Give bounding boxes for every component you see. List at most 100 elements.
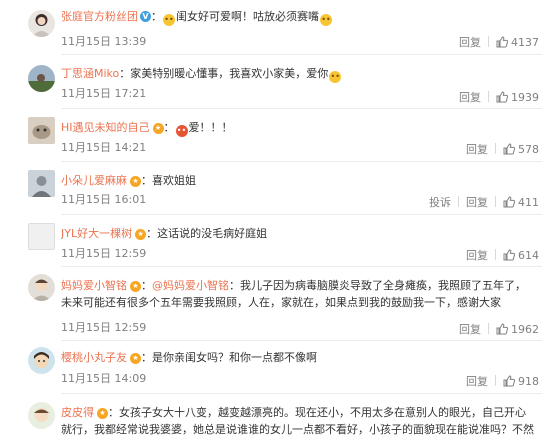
comment-time: 11月15日 14:09	[61, 372, 147, 385]
comment-text-continued: 就行，我都经常说我婆婆，她总是说谁谁的女儿一点都不看好，小孩子的面貌现在能说准吗…	[61, 423, 534, 436]
divider	[61, 214, 542, 215]
like-button[interactable]: 918	[503, 375, 539, 388]
avatar[interactable]	[28, 223, 55, 250]
thumbs-up-icon	[503, 196, 515, 208]
comment-text: 喜欢姐姐	[152, 174, 196, 187]
emoji-icon: ••	[320, 14, 332, 26]
divider	[488, 323, 489, 334]
member-level-icon: ★	[130, 176, 141, 187]
divider	[61, 161, 542, 162]
comment-body: HI遇见未知的自己 ★： •• 爱！！！	[61, 121, 233, 137]
emoji-icon: ••	[329, 71, 342, 83]
comment-text: 女孩子女大十八变，越变越漂亮的。现在还小，不用太多在意别人的眼光，自己开心	[119, 406, 526, 419]
comment-actions: 回复 4137	[459, 36, 539, 49]
reply-button[interactable]: 回复	[466, 249, 488, 262]
like-button[interactable]: 614	[503, 249, 539, 262]
emoji-icon: ••	[175, 125, 188, 137]
member-level-icon: ★	[135, 229, 147, 240]
comment-actions: 投诉 回复 411	[429, 196, 539, 209]
like-count: 918	[518, 375, 539, 388]
comment-username[interactable]: HI遇见未知的自己	[61, 121, 150, 134]
divider	[61, 108, 542, 109]
comment-text: 家美特别暖心懂事，我喜欢小家美，爱你	[130, 67, 329, 80]
like-count: 411	[518, 196, 539, 209]
member-level-icon: ★	[130, 353, 141, 364]
reply-button[interactable]: 回复	[466, 375, 488, 388]
thumbs-up-icon	[496, 36, 508, 48]
reply-button[interactable]: 回复	[459, 323, 481, 336]
comment-body: JYL好大一棵树 ★ ：这话说的没毛病好庭姐	[61, 227, 268, 240]
comment-time: 11月15日 17:21	[61, 87, 147, 100]
verified-icon: V	[140, 11, 151, 22]
comment-text: 爱！！！	[188, 121, 233, 134]
comment-time: 11月15日 16:01	[61, 193, 147, 206]
divider	[458, 196, 459, 207]
comment-text: 这话说的没毛病好庭姐	[157, 227, 268, 240]
like-button[interactable]: 578	[503, 143, 539, 156]
divider	[488, 36, 489, 47]
like-count: 614	[518, 249, 539, 262]
like-count: 1939	[511, 91, 539, 104]
divider	[488, 91, 489, 102]
comment-username[interactable]: JYL好大一棵树	[61, 227, 132, 240]
avatar[interactable]	[28, 274, 55, 301]
comment-text: 我儿子因为病毒脑膜炎导致了全身瘫痪，我照顾了五年了，	[240, 279, 526, 292]
avatar[interactable]	[28, 117, 55, 144]
comment-body: 张庭官方粉丝团 V： •• 闺女好可爱啊！咕放必须赛嘴 ••	[61, 10, 332, 26]
thumbs-up-icon	[503, 375, 515, 387]
reply-button[interactable]: 回复	[466, 143, 488, 156]
like-button[interactable]: 4137	[496, 36, 539, 49]
avatar[interactable]	[28, 347, 55, 374]
comment-body: 皮皮得 ★ ：女孩子女大十八变，越变越漂亮的。现在还小，不用太多在意别人的眼光，自己…	[61, 406, 526, 419]
divider	[61, 54, 542, 55]
like-button[interactable]: 1962	[496, 323, 539, 336]
comment-time: 11月15日 12:59	[61, 321, 147, 334]
comment-username[interactable]: 皮皮得	[61, 406, 94, 419]
comment-username[interactable]: 妈妈爱小智铭	[61, 279, 127, 292]
comment-username[interactable]: 丁思涵Miko	[61, 67, 119, 80]
comment-actions: 回复 918	[466, 375, 539, 388]
comment-username[interactable]: 张庭官方粉丝团	[61, 10, 138, 23]
emoji-icon: ••	[163, 14, 175, 26]
divider	[61, 393, 542, 394]
avatar[interactable]	[28, 402, 55, 429]
divider	[61, 266, 542, 267]
member-level-icon: ★	[97, 408, 108, 419]
avatar[interactable]	[28, 10, 55, 37]
comment-body: 小朵儿爱麻麻 ★ ：喜欢姐姐	[61, 174, 196, 187]
comment-text-continued: 未来可能还有很多个五年需要我照顾，人在，家就在，如果点到我的鼓励我一下，感谢大家	[61, 296, 501, 309]
like-count: 1962	[511, 323, 539, 336]
like-button[interactable]: 1939	[496, 91, 539, 104]
divider	[495, 375, 496, 386]
report-button[interactable]: 投诉	[429, 196, 451, 209]
divider	[61, 340, 542, 341]
comment-username[interactable]: 小朵儿爱麻麻	[61, 174, 127, 187]
reply-button[interactable]: 回复	[459, 91, 481, 104]
comment-body: 妈妈爱小智铭 ★ ：@妈妈爱小智铭：我儿子因为病毒脑膜炎导致了全身瘫痪，我照顾了五年…	[61, 279, 526, 292]
thumbs-up-icon	[496, 323, 508, 335]
comment-text: 闺女好可爱啊！咕放必须赛嘴	[176, 10, 319, 23]
avatar[interactable]	[28, 65, 55, 92]
reply-button[interactable]: 回复	[459, 36, 481, 49]
divider	[495, 196, 496, 207]
comment-actions: 回复 614	[466, 249, 539, 262]
like-count: 4137	[511, 36, 539, 49]
comment-actions: 回复 578	[466, 143, 539, 156]
comment-time: 11月15日 12:59	[61, 247, 147, 260]
divider	[495, 143, 496, 154]
comment-username[interactable]: 樱桃小丸子友	[61, 351, 127, 364]
like-button[interactable]: 411	[503, 196, 539, 209]
avatar[interactable]	[28, 170, 55, 197]
member-level-icon: ★	[152, 123, 164, 134]
member-level-icon: ★	[130, 281, 141, 292]
reply-button[interactable]: 回复	[466, 196, 488, 209]
comment-body: 丁思涵Miko：家美特别暖心懂事，我喜欢小家美，爱你 ••	[61, 67, 342, 83]
comment-actions: 回复 1939	[459, 91, 539, 104]
mention-link[interactable]: @妈妈爱小智铭	[152, 279, 229, 292]
comment-time: 11月15日 13:39	[61, 35, 147, 48]
comment-body: 樱桃小丸子友 ★ ：是你亲闺女吗？和你一点都不像啊	[61, 351, 317, 364]
comment-actions: 回复 1962	[459, 323, 539, 336]
thumbs-up-icon	[503, 249, 515, 261]
comment-time: 11月15日 14:21	[61, 141, 147, 154]
thumbs-up-icon	[503, 143, 515, 155]
